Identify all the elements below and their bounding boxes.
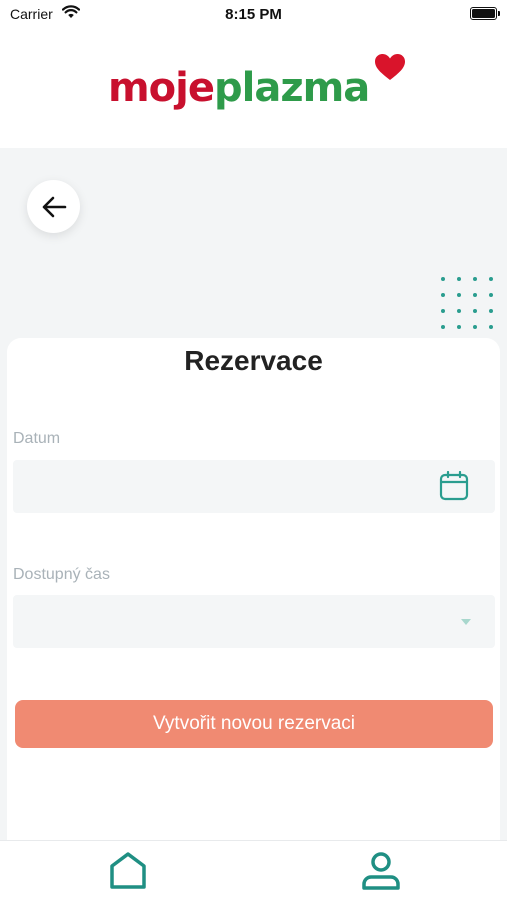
decorative-dots xyxy=(441,277,501,337)
tab-profile[interactable] xyxy=(361,851,401,896)
tab-home[interactable] xyxy=(108,851,148,894)
date-label: Datum xyxy=(13,430,61,447)
arrow-left-icon xyxy=(42,196,66,217)
date-field[interactable] xyxy=(13,460,495,513)
app-header: mojeplazma xyxy=(0,30,507,148)
heart-icon xyxy=(375,54,405,80)
logo-text-moje: moje xyxy=(108,65,215,111)
chevron-down-icon[interactable] xyxy=(461,619,471,625)
tab-bar xyxy=(0,840,507,900)
app-logo: mojeplazma xyxy=(108,64,370,112)
status-bar: Carrier 8:15 PM xyxy=(0,0,507,30)
page-title: Rezervace xyxy=(184,345,323,376)
back-button[interactable] xyxy=(27,180,80,233)
home-icon xyxy=(110,852,146,889)
time-label: Dostupný čas xyxy=(13,566,110,583)
calendar-icon[interactable] xyxy=(439,471,469,501)
profile-icon xyxy=(362,852,400,890)
time-select[interactable] xyxy=(13,595,495,648)
create-reservation-button[interactable]: Vytvořit novou rezervaci xyxy=(15,700,493,748)
battery-icon xyxy=(470,7,500,20)
reservation-card xyxy=(7,338,500,848)
status-time: 8:15 PM xyxy=(225,6,282,23)
logo-text-plazma: plazma xyxy=(214,65,370,111)
